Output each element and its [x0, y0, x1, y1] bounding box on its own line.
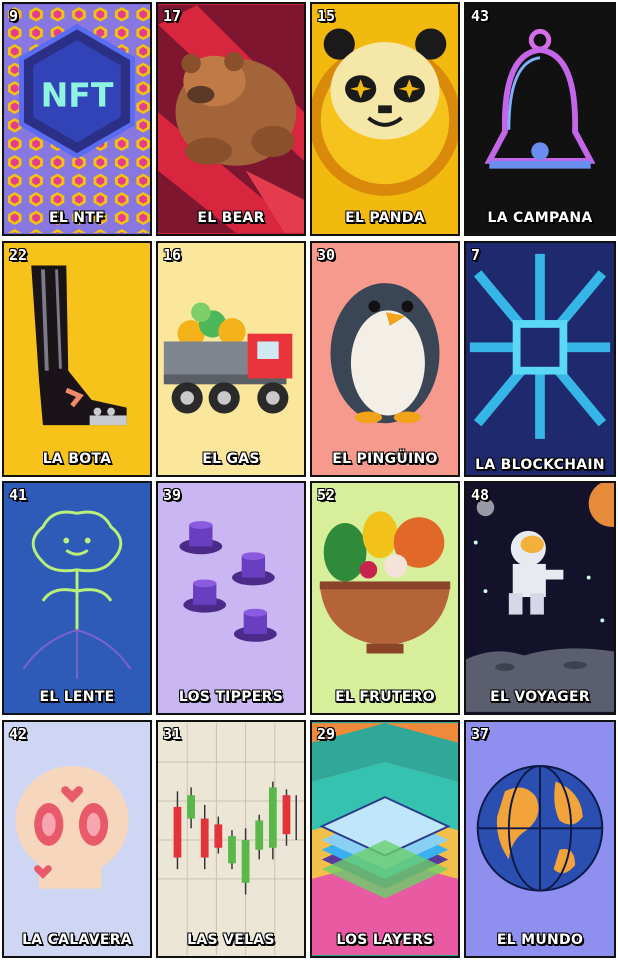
- card-los-tippers: 39 LOS TIPPERS: [156, 481, 306, 715]
- card-number: 31: [163, 725, 182, 743]
- card-el-gas: 16 EL GAS: [156, 241, 306, 477]
- boot-icon: [4, 244, 150, 474]
- card-name: EL NTF: [49, 210, 105, 226]
- card-name: LAS VELAS: [187, 932, 275, 948]
- card-number: 52: [317, 486, 336, 504]
- card-number: 22: [9, 246, 28, 264]
- card-el-ntf: NFT 9 EL NTF: [2, 2, 152, 236]
- card-number: 16: [163, 246, 182, 264]
- card-name: EL VOYAGER: [490, 689, 590, 705]
- nft-hexagon-icon: NFT: [4, 5, 150, 233]
- card-el-frutero: 52 EL FRUTERO: [310, 481, 460, 715]
- card-la-calavera: 42 LA CALAVERA: [2, 720, 152, 958]
- card-el-panda: 15 EL PANDA: [310, 2, 460, 236]
- astronaut-icon: [466, 483, 614, 712]
- card-las-velas: 31 LAS VELAS: [156, 720, 306, 958]
- truck-icon: [158, 244, 304, 474]
- card-el-bear: 17 EL BEAR: [156, 2, 306, 236]
- card-name: EL PANDA: [345, 210, 425, 226]
- card-number: 15: [317, 7, 336, 25]
- card-number: 17: [163, 7, 182, 25]
- card-el-mundo: 37 EL MUNDO: [464, 720, 616, 958]
- card-name: LA CAMPANA: [487, 210, 593, 226]
- card-la-bota: 22 LA BOTA: [2, 241, 152, 477]
- card-name: EL GAS: [202, 451, 260, 467]
- card-number: 30: [317, 246, 336, 264]
- chain-icon: [466, 244, 614, 474]
- bell-icon: [466, 5, 614, 233]
- card-el-voyager: 48 EL VOYAGER: [464, 481, 616, 715]
- card-name: EL FRUTERO: [335, 689, 435, 705]
- card-la-campana: 43 LA CAMPANA: [464, 2, 616, 236]
- card-name: EL PINGÜINO: [332, 451, 438, 467]
- card-number: 39: [163, 486, 182, 504]
- card-number: 48: [471, 486, 490, 504]
- card-name: LA BLOCKCHAIN: [475, 457, 605, 473]
- penguin-icon: [312, 244, 458, 474]
- candlestick-icon: [158, 723, 304, 955]
- card-la-blockchain: 7 LA BLOCKCHAIN: [464, 241, 616, 477]
- bear-icon: [158, 5, 304, 233]
- card-name: LOS TIPPERS: [178, 689, 284, 705]
- globe-icon: [466, 723, 614, 955]
- loteria-card-grid: NFT 9 EL NTF 17 EL BEAR 15 EL PANDA 43 L…: [0, 0, 618, 960]
- card-number: 9: [9, 7, 19, 25]
- card-number: 42: [9, 725, 28, 743]
- card-el-lente: 41 EL LENTE: [2, 481, 152, 715]
- svg-text:NFT: NFT: [41, 75, 114, 114]
- layers-icon: [312, 723, 458, 955]
- card-number: 41: [9, 486, 28, 504]
- panda-coin-icon: [312, 5, 458, 233]
- fruit-bowl-icon: [312, 484, 458, 712]
- card-name: LA CALAVERA: [22, 932, 132, 948]
- skull-icon: [4, 723, 150, 955]
- card-name: EL LENTE: [39, 689, 115, 705]
- card-number: 7: [471, 246, 481, 264]
- card-number: 43: [471, 7, 490, 25]
- card-name: LOS LAYERS: [336, 932, 434, 948]
- card-number: 37: [471, 725, 490, 743]
- card-name: EL BEAR: [197, 210, 265, 226]
- card-los-layers: 29 LOS LAYERS: [310, 720, 460, 958]
- tophat-icon: [158, 484, 304, 712]
- card-number: 29: [317, 725, 336, 743]
- card-el-pinguino: 30 EL PINGÜINO: [310, 241, 460, 477]
- card-name: EL MUNDO: [496, 932, 584, 948]
- flower-icon: [4, 484, 150, 712]
- card-name: LA BOTA: [42, 451, 112, 467]
